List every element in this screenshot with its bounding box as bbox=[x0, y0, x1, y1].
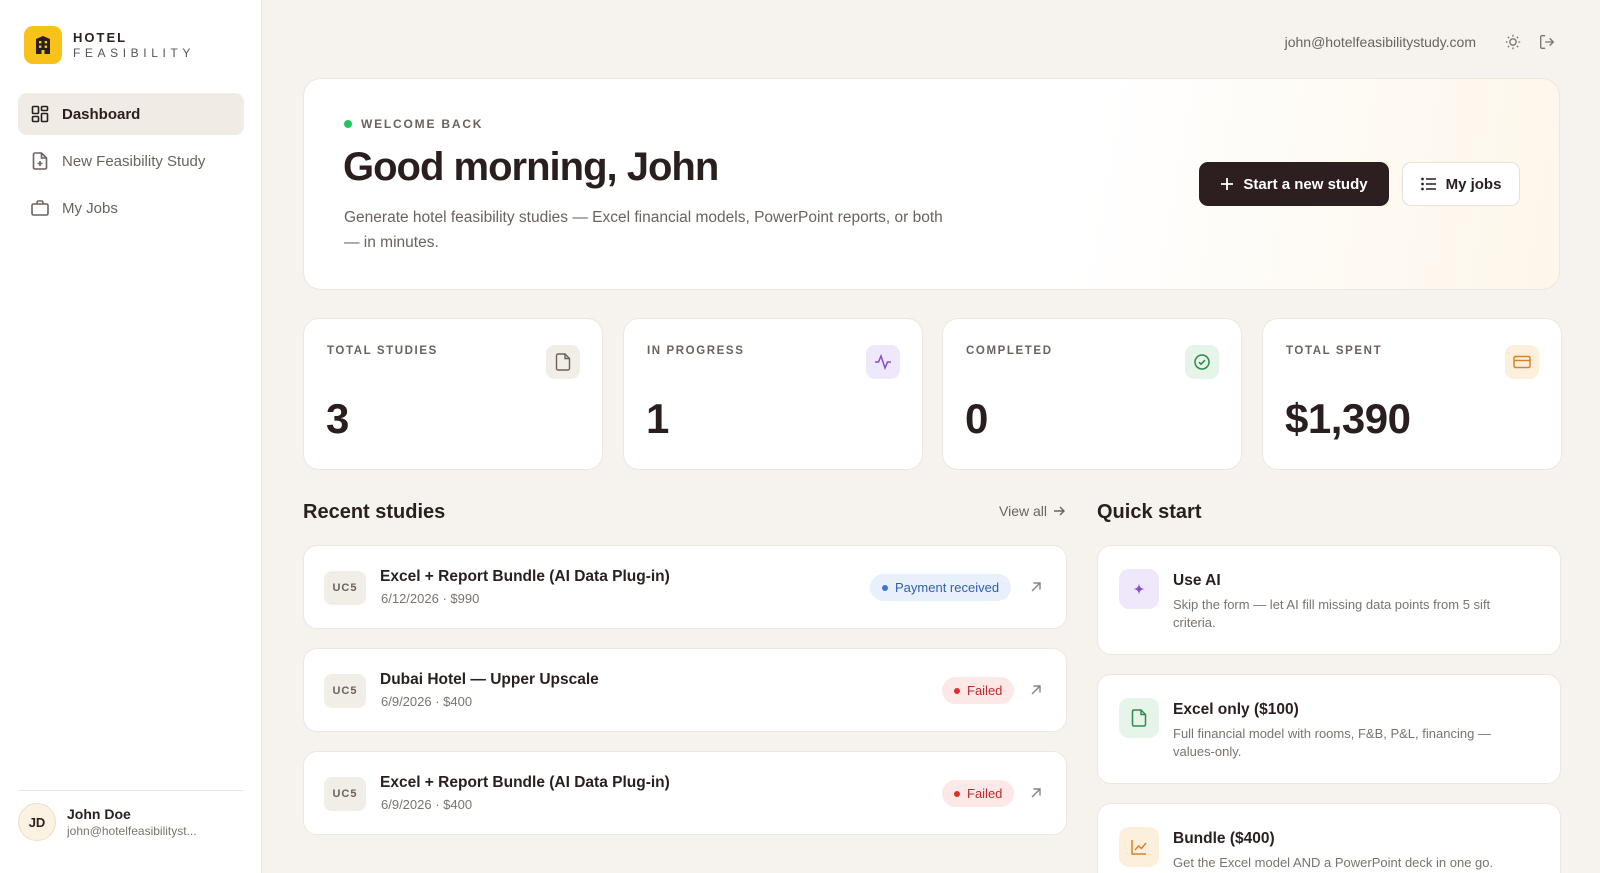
recent-studies-title: Recent studies bbox=[303, 501, 446, 523]
start-new-study-label: Start a new study bbox=[1243, 175, 1368, 193]
quick-start-card-desc: Full financial model with rooms, F&B, P&… bbox=[1173, 726, 1491, 759]
status-label: Failed bbox=[967, 786, 1003, 801]
activity-icon bbox=[866, 345, 900, 379]
quick-start-use-ai[interactable]: Use AI Skip the form — let AI fill missi… bbox=[1097, 545, 1561, 655]
theme-toggle-button[interactable] bbox=[1502, 31, 1524, 53]
sidebar-item-label: New Feasibility Study bbox=[62, 152, 206, 170]
logout-icon bbox=[1540, 35, 1555, 49]
welcome-hero: WELCOME BACK Good morning, John Generate… bbox=[303, 78, 1560, 290]
dashboard-icon bbox=[31, 105, 49, 123]
sidebar-item-dashboard[interactable]: Dashboard bbox=[18, 93, 244, 135]
hotel-building-icon bbox=[24, 26, 62, 64]
my-jobs-button[interactable]: My jobs bbox=[1402, 162, 1520, 206]
stat-label: COMPLETED bbox=[966, 345, 1053, 357]
study-title: Dubai Hotel — Upper Upscale bbox=[380, 671, 599, 688]
study-row[interactable]: UC5 Excel + Report Bundle (AI Data Plug-… bbox=[303, 751, 1067, 835]
stat-label: TOTAL STUDIES bbox=[327, 345, 438, 357]
welcome-eyebrow: WELCOME BACK bbox=[344, 117, 483, 131]
credit-card-icon bbox=[1505, 345, 1539, 379]
quick-start-title: Quick start bbox=[1097, 501, 1202, 523]
page-title: Good morning, John bbox=[343, 145, 719, 189]
list-icon bbox=[1420, 177, 1436, 191]
topbar: john@hotelfeasibilitystudy.com bbox=[1285, 31, 1558, 53]
sidebar-nav: Dashboard New Feasibility Study My Jobs bbox=[18, 93, 244, 234]
eyebrow-label: WELCOME BACK bbox=[361, 117, 484, 131]
status-badge: Failed bbox=[942, 677, 1015, 704]
quick-start-card-desc: Get the Excel model AND a PowerPoint dec… bbox=[1173, 855, 1494, 870]
sparkle-icon bbox=[1119, 569, 1159, 609]
check-circle-icon bbox=[1185, 345, 1219, 379]
file-icon bbox=[1119, 698, 1159, 738]
quick-start-card-title: Excel only ($100) bbox=[1173, 701, 1299, 718]
quick-start-card-title: Use AI bbox=[1173, 572, 1221, 589]
open-external-icon[interactable] bbox=[1028, 682, 1044, 698]
view-all-label: View all bbox=[999, 503, 1047, 519]
study-row[interactable]: UC5 Dubai Hotel — Upper Upscale 6/9/2026… bbox=[303, 648, 1067, 732]
sun-icon bbox=[1505, 34, 1521, 50]
study-meta: 6/9/2026 · $400 bbox=[381, 797, 473, 812]
stat-card-total-studies: TOTAL STUDIES 3 bbox=[303, 318, 603, 470]
chart-line-icon bbox=[1119, 827, 1159, 867]
user-profile[interactable]: JD John Doe john@hotelfeasibilityst... bbox=[18, 790, 244, 841]
plus-icon bbox=[1221, 178, 1234, 190]
open-external-icon[interactable] bbox=[1028, 579, 1044, 595]
study-code-badge: UC5 bbox=[324, 777, 366, 811]
file-plus-icon bbox=[32, 152, 48, 170]
account-email: john@hotelfeasibilitystudy.com bbox=[1284, 34, 1476, 50]
quick-start-card-title: Bundle ($400) bbox=[1173, 830, 1275, 847]
sidebar-item-label: Dashboard bbox=[62, 105, 141, 123]
status-label: Payment received bbox=[895, 580, 1000, 595]
user-name: John Doe bbox=[67, 806, 131, 822]
study-title: Excel + Report Bundle (AI Data Plug-in) bbox=[380, 774, 670, 791]
sidebar-item-new-feasibility-study[interactable]: New Feasibility Study bbox=[18, 140, 244, 182]
logout-button[interactable] bbox=[1536, 31, 1558, 53]
stat-value: 3 bbox=[326, 395, 349, 442]
avatar: JD bbox=[18, 803, 56, 841]
status-dot bbox=[882, 584, 888, 591]
study-meta: 6/9/2026 · $400 bbox=[381, 694, 473, 709]
arrow-right-icon bbox=[1054, 506, 1065, 516]
quick-start-bundle[interactable]: Bundle ($400) Get the Excel model AND a … bbox=[1097, 803, 1561, 873]
file-icon bbox=[546, 345, 580, 379]
study-row[interactable]: UC5 Excel + Report Bundle (AI Data Plug-… bbox=[303, 545, 1067, 629]
sidebar-item-label: My Jobs bbox=[62, 199, 118, 217]
study-code-badge: UC5 bbox=[324, 674, 366, 708]
stat-label: TOTAL SPENT bbox=[1286, 345, 1383, 357]
view-all-link[interactable]: View all bbox=[999, 503, 1065, 519]
status-dot bbox=[954, 687, 960, 694]
stat-card-completed: COMPLETED 0 bbox=[942, 318, 1242, 470]
study-title: Excel + Report Bundle (AI Data Plug-in) bbox=[380, 568, 670, 585]
briefcase-icon bbox=[31, 200, 49, 216]
hero-subtitle: Generate hotel feasibility studies — Exc… bbox=[344, 209, 943, 251]
status-label: Failed bbox=[967, 683, 1003, 698]
stat-value: 0 bbox=[965, 395, 988, 442]
brand-logo[interactable]: HOTEL FEASIBILITY bbox=[24, 26, 195, 64]
sidebar: HOTEL FEASIBILITY Dashboard New Feasibil… bbox=[0, 0, 262, 873]
stat-value: 1 bbox=[646, 395, 669, 442]
sidebar-item-my-jobs[interactable]: My Jobs bbox=[18, 187, 244, 229]
brand-name-line2: FEASIBILITY bbox=[73, 46, 195, 60]
stat-card-total-spent: TOTAL SPENT $1,390 bbox=[1262, 318, 1562, 470]
study-code-badge: UC5 bbox=[324, 571, 366, 605]
quick-start-card-desc: Skip the form — let AI fill missing data… bbox=[1173, 597, 1491, 630]
user-email: john@hotelfeasibilityst... bbox=[67, 824, 197, 838]
open-external-icon[interactable] bbox=[1028, 785, 1044, 801]
stat-value: $1,390 bbox=[1285, 395, 1411, 442]
stat-label: IN PROGRESS bbox=[647, 345, 745, 357]
status-badge: Payment received bbox=[870, 574, 1012, 601]
brand-name-line1: HOTEL bbox=[73, 30, 128, 45]
start-new-study-button[interactable]: Start a new study bbox=[1199, 162, 1389, 206]
status-badge: Failed bbox=[942, 780, 1015, 807]
quick-start-excel-only[interactable]: Excel only ($100) Full financial model w… bbox=[1097, 674, 1561, 784]
stat-card-in-progress: IN PROGRESS 1 bbox=[623, 318, 923, 470]
online-status-dot bbox=[344, 120, 352, 128]
status-dot bbox=[954, 790, 960, 797]
study-meta: 6/12/2026 · $990 bbox=[381, 591, 480, 606]
my-jobs-label: My jobs bbox=[1445, 175, 1502, 193]
